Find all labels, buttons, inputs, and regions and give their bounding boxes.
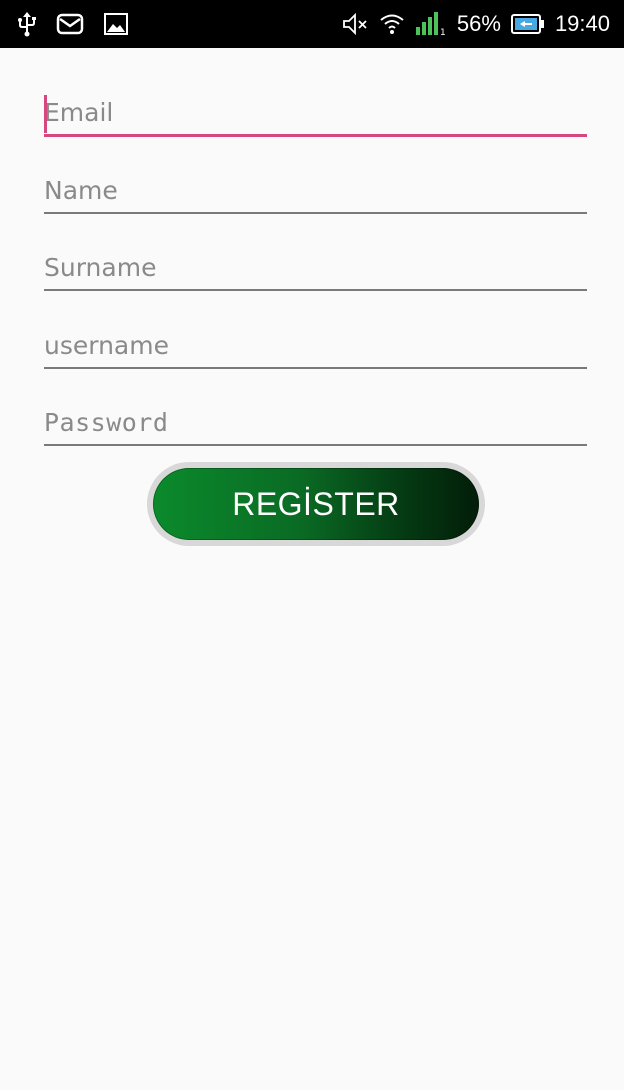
username-underline: [44, 367, 587, 369]
status-bar: 1 56% 19:40: [0, 0, 624, 48]
surname-field-container: [44, 247, 587, 291]
name-underline: [44, 212, 587, 214]
email-input[interactable]: [44, 92, 587, 132]
mute-icon: [341, 12, 369, 36]
register-button-face[interactable]: REGİSTER: [153, 468, 479, 540]
signal-icon: 1: [415, 11, 447, 37]
email-underline: [44, 134, 587, 137]
text-cursor: [44, 95, 47, 133]
password-input[interactable]: [44, 402, 587, 442]
username-input[interactable]: [44, 325, 587, 365]
battery-percentage: 56%: [456, 11, 501, 36]
register-button[interactable]: REGİSTER: [147, 462, 485, 546]
status-bar-right: 1 56% 19:40: [341, 0, 610, 48]
wifi-icon: [379, 12, 405, 36]
usb-icon: [18, 11, 36, 37]
name-field-container: [44, 170, 587, 214]
password-underline: [44, 444, 587, 446]
password-field-container: [44, 402, 587, 446]
clock: 19:40: [554, 11, 610, 36]
register-button-label: REGİSTER: [232, 485, 400, 522]
email-field-container: [44, 92, 587, 137]
name-input[interactable]: [44, 170, 587, 210]
surname-underline: [44, 289, 587, 291]
message-icon: [56, 13, 84, 35]
svg-text:1: 1: [440, 28, 446, 37]
username-field-container: [44, 325, 587, 369]
surname-input[interactable]: [44, 247, 587, 287]
battery-icon: [510, 13, 545, 35]
image-icon: [104, 13, 128, 35]
status-bar-left: [18, 0, 128, 48]
